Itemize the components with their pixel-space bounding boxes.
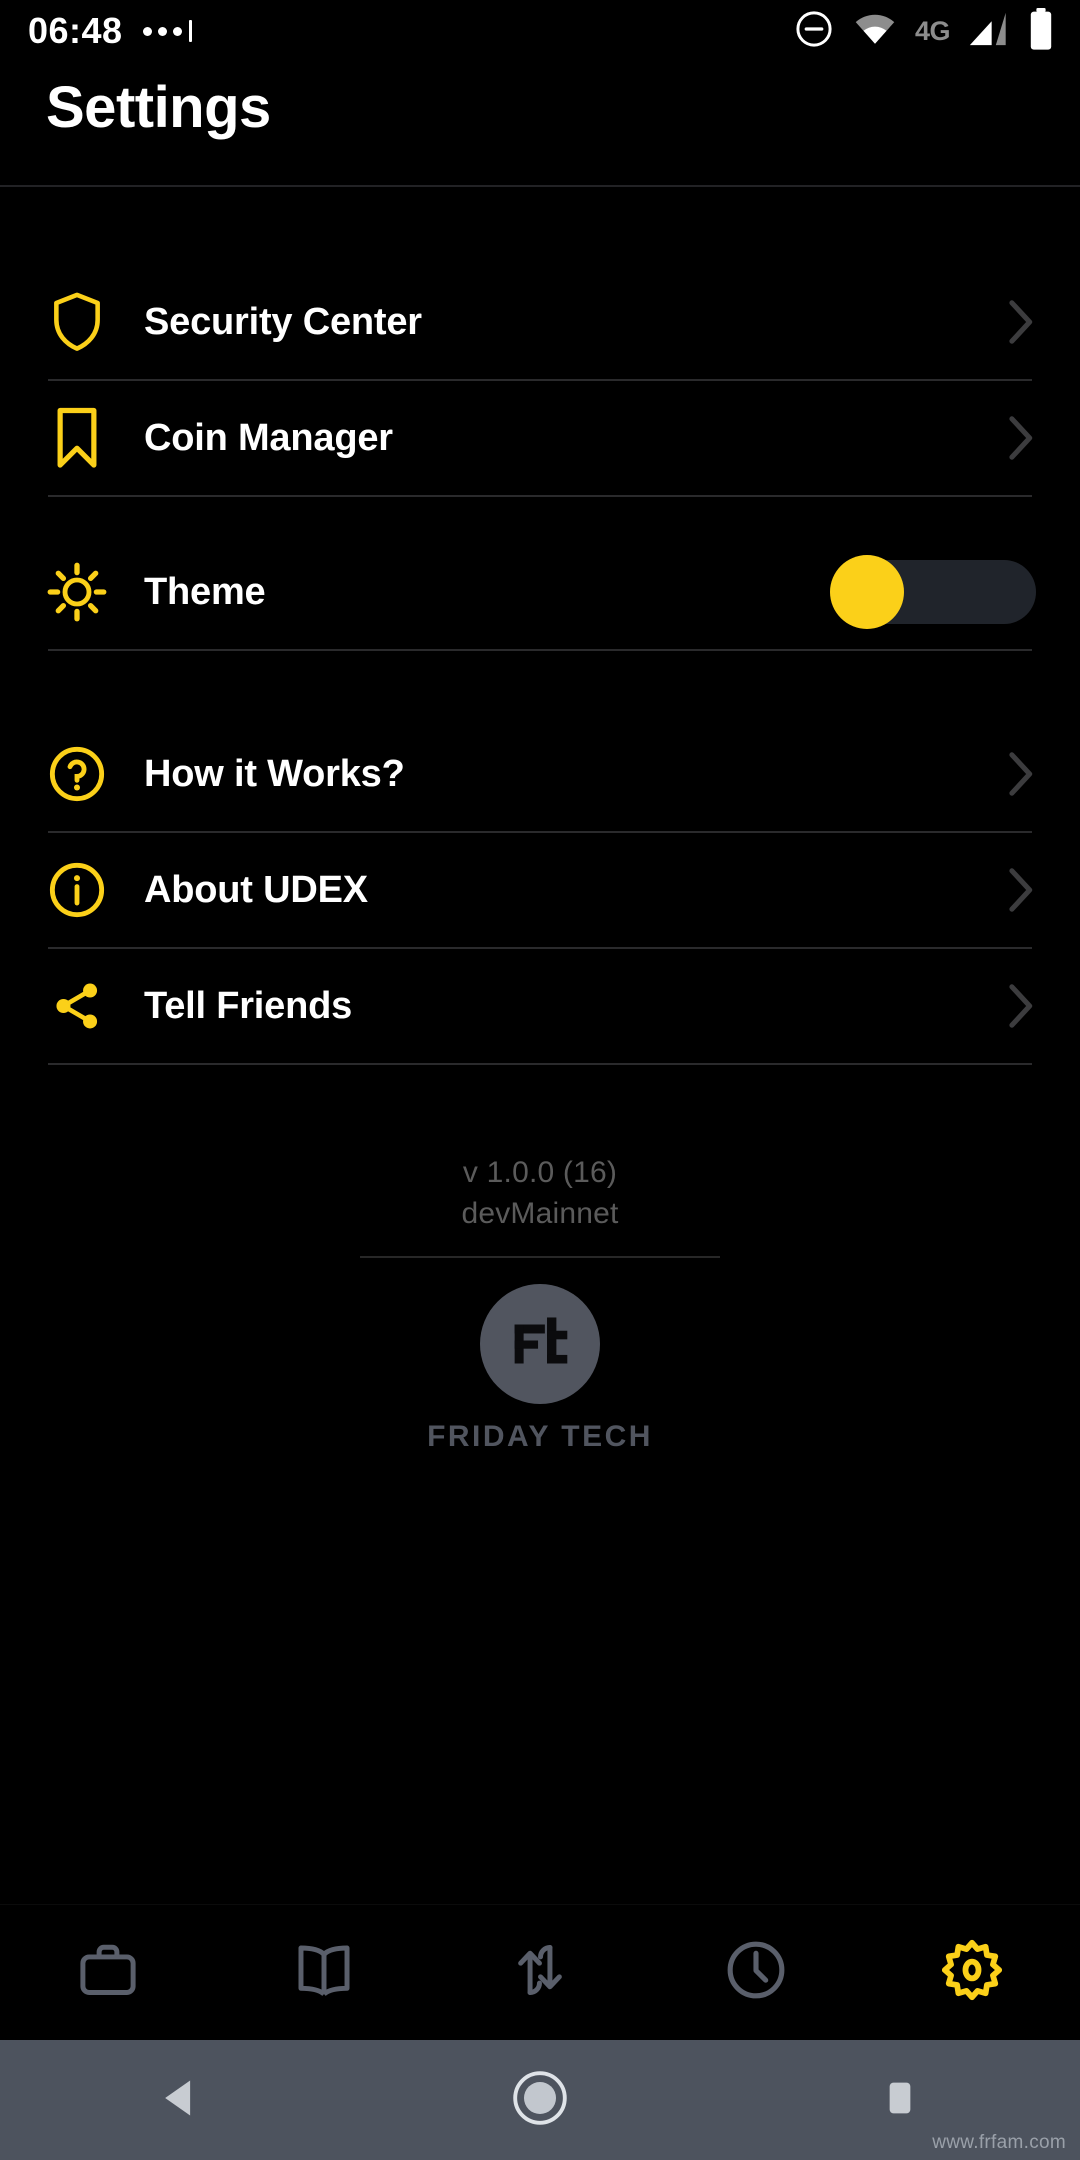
wifi-icon	[853, 11, 897, 52]
tab-settings[interactable]	[864, 1905, 1080, 2040]
app-footer: v 1.0.0 (16) devMainnet FRIDAY TECH	[0, 1065, 1080, 1454]
nav-home-button[interactable]	[450, 2040, 630, 2160]
sun-icon	[46, 562, 108, 622]
sidebar-item-coin-manager[interactable]: Coin Manager	[0, 381, 1080, 495]
theme-toggle-switch[interactable]	[830, 555, 1036, 629]
android-navigation-bar: www.frfam.com	[0, 2040, 1080, 2160]
page-title: Settings	[46, 75, 271, 140]
nav-back-button[interactable]	[90, 2040, 270, 2160]
sidebar-item-tell-friends[interactable]: Tell Friends	[0, 949, 1080, 1063]
three-dots-icon	[142, 20, 192, 42]
tab-wallet[interactable]	[0, 1905, 216, 2040]
chevron-right-icon	[1006, 982, 1036, 1030]
network-type-label: 4G	[914, 15, 951, 46]
footer-divider	[360, 1256, 720, 1258]
toggle-knob	[830, 555, 904, 629]
sidebar-item-security-center[interactable]: Security Center	[0, 265, 1080, 379]
list-divider	[48, 495, 1032, 497]
chevron-right-icon	[1006, 414, 1036, 462]
settings-group-info: How it Works? About UDEX Tell Friends	[0, 717, 1080, 1065]
tab-history[interactable]	[648, 1905, 864, 2040]
home-circle-icon	[509, 2067, 571, 2134]
chevron-right-icon	[1006, 298, 1036, 346]
page-header: Settings	[0, 62, 1080, 187]
bookmark-icon	[46, 407, 108, 469]
recents-square-icon	[877, 2075, 923, 2126]
swap-arrows-icon	[506, 1936, 574, 2009]
status-bar-clock: 06:48	[28, 10, 123, 51]
bottom-tab-bar	[0, 1904, 1080, 2040]
briefcase-icon	[74, 1936, 142, 2009]
app-version: v 1.0.0 (16)	[462, 1156, 618, 1189]
settings-group-main: Security Center Coin Manager	[0, 265, 1080, 497]
watermark: www.frfam.com	[932, 2132, 1066, 2153]
battery-full-icon	[1028, 7, 1054, 55]
tab-swap[interactable]	[432, 1905, 648, 2040]
friday-tech-logo-icon	[480, 1284, 600, 1404]
sidebar-item-label: Theme	[144, 571, 266, 613]
cellular-signal-icon	[968, 11, 1010, 52]
sidebar-item-label: Coin Manager	[144, 417, 393, 459]
sidebar-item-how-it-works[interactable]: How it Works?	[0, 717, 1080, 831]
sidebar-item-about-udex[interactable]: About UDEX	[0, 833, 1080, 947]
info-circle-icon	[46, 861, 108, 919]
shield-icon	[46, 292, 108, 352]
chevron-right-icon	[1006, 866, 1036, 914]
brand-name: FRIDAY TECH	[427, 1420, 653, 1453]
tab-book[interactable]	[216, 1905, 432, 2040]
chevron-right-icon	[1006, 750, 1036, 798]
sidebar-item-label: Tell Friends	[144, 985, 353, 1027]
sidebar-item-theme[interactable]: Theme	[0, 535, 1080, 649]
sidebar-item-label: How it Works?	[144, 753, 405, 795]
question-circle-icon	[46, 745, 108, 803]
clock-icon	[721, 1935, 791, 2010]
open-book-icon	[290, 1936, 358, 2009]
gear-icon	[938, 1936, 1006, 2009]
do-not-disturb-icon	[793, 8, 835, 55]
list-divider	[48, 649, 1032, 651]
settings-group-appearance: Theme	[0, 535, 1080, 651]
app-environment: devMainnet	[461, 1196, 619, 1230]
back-triangle-icon	[153, 2071, 207, 2130]
sidebar-item-label: About UDEX	[144, 869, 368, 911]
settings-content: Security Center Coin Manager Theme How i…	[0, 187, 1080, 1904]
sidebar-item-label: Security Center	[144, 301, 422, 343]
status-bar: 06:48 4G	[0, 0, 1080, 62]
share-icon	[46, 977, 108, 1035]
app-screen: 06:48 4G Settings Security Center Coin M…	[0, 0, 1080, 2160]
